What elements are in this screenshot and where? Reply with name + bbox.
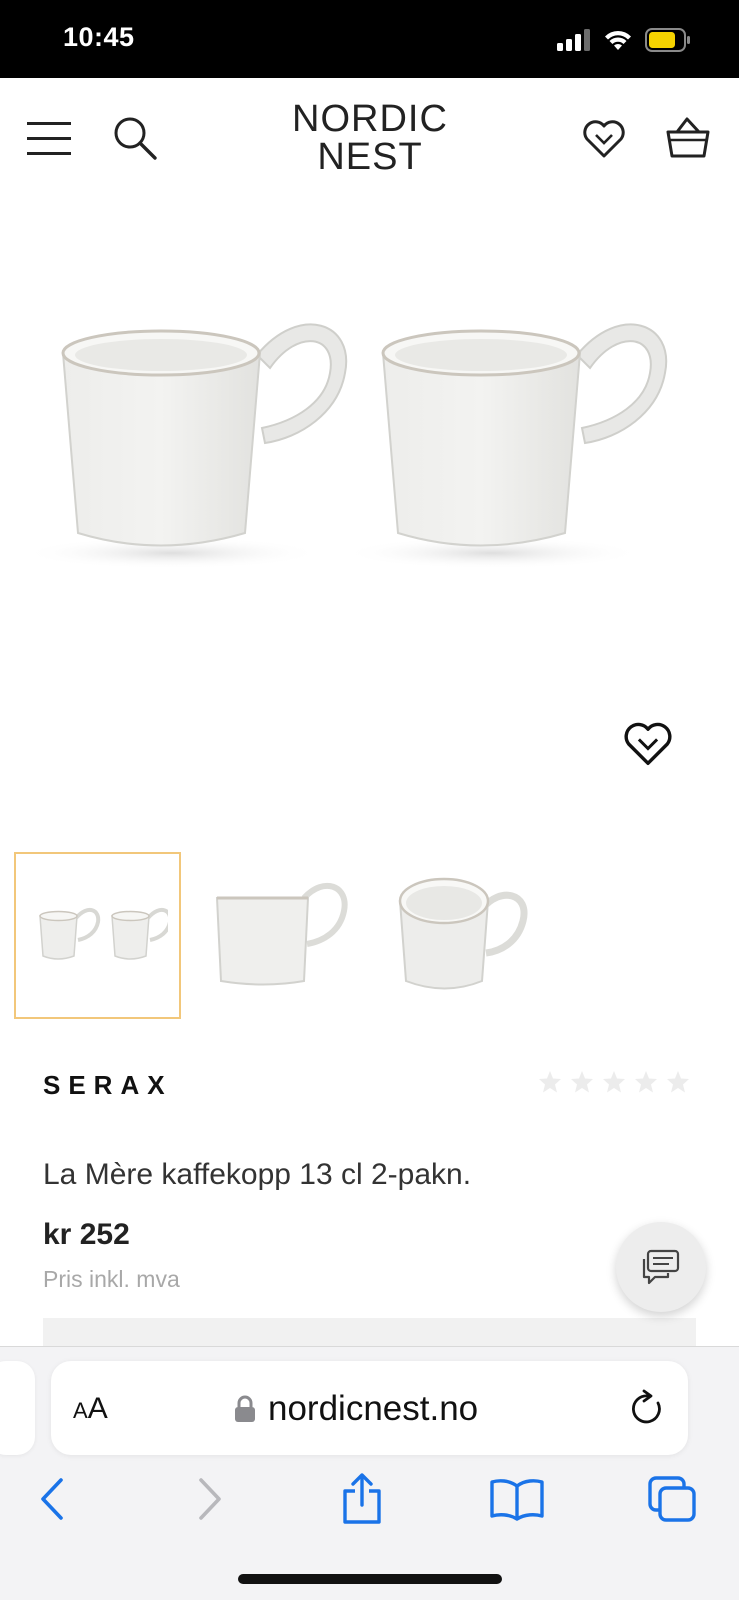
browser-toolbar [0, 1469, 739, 1549]
site-logo[interactable]: NORDIC NEST [260, 100, 480, 176]
content-divider [43, 1318, 696, 1346]
signal-icon [557, 29, 590, 51]
forward-icon [199, 1478, 221, 1520]
thumbnail-strip [14, 852, 543, 1019]
thumbnail-image [215, 882, 348, 985]
star-icon [635, 1071, 657, 1093]
star-icon [667, 1071, 689, 1093]
thumbnail-mug-side[interactable] [195, 852, 362, 1019]
basket-button[interactable] [664, 114, 712, 162]
thumbnail-image [38, 907, 168, 960]
share-button[interactable] [332, 1469, 392, 1529]
lock-icon [235, 1395, 255, 1422]
product-hero-image[interactable] [0, 203, 739, 803]
back-icon [41, 1478, 63, 1520]
thumbnail-image [398, 877, 528, 989]
battery-icon [645, 28, 690, 52]
chat-icon [642, 1249, 680, 1285]
text-size-button[interactable]: AA [73, 1392, 108, 1426]
product-brand[interactable]: SERAX [43, 1070, 173, 1101]
home-indicator[interactable] [238, 1574, 502, 1584]
thumbnail-two-mugs[interactable] [14, 852, 181, 1019]
product-price: kr 252 [43, 1218, 130, 1251]
logo-line1: NORDIC [292, 98, 448, 140]
search-button[interactable] [111, 114, 159, 162]
back-button[interactable] [22, 1469, 82, 1529]
previous-tab-preview[interactable] [0, 1361, 35, 1455]
wifi-icon [605, 30, 631, 50]
star-icon [539, 1071, 561, 1093]
status-bar: 10:45 [0, 0, 739, 78]
star-icon [571, 1071, 593, 1093]
share-icon [343, 1473, 381, 1524]
site-header: NORDIC NEST [0, 78, 739, 203]
thumbnail-mug-top[interactable] [376, 852, 543, 1019]
status-time: 10:45 [63, 22, 135, 52]
star-icon [603, 1071, 625, 1093]
url-text: nordicnest.no [268, 1389, 479, 1428]
browser-bottom-bar: AA nordicnest.no [0, 1346, 739, 1600]
heart-icon [624, 722, 672, 766]
url-display[interactable]: nordicnest.no [234, 1389, 478, 1429]
bookmarks-button[interactable] [487, 1469, 547, 1529]
forward-button[interactable] [180, 1469, 240, 1529]
address-bar[interactable]: AA nordicnest.no [51, 1361, 688, 1455]
reload-icon [632, 1389, 661, 1424]
mugs-image [22, 323, 668, 569]
vat-note: Pris inkl. mva [43, 1266, 180, 1292]
hero-favorite-button[interactable] [623, 721, 677, 771]
basket-icon [666, 117, 710, 158]
book-icon [490, 1479, 544, 1521]
logo-line2: NEST [317, 136, 423, 178]
chat-button[interactable] [616, 1222, 706, 1312]
heart-icon [583, 120, 625, 158]
menu-icon [27, 122, 71, 155]
menu-button[interactable] [26, 116, 72, 162]
product-title: La Mère kaffekopp 13 cl 2-pakn. [43, 1158, 472, 1191]
reload-button[interactable] [630, 1389, 666, 1432]
search-icon [114, 117, 157, 160]
tabs-button[interactable] [642, 1469, 702, 1529]
favorites-button[interactable] [581, 116, 627, 162]
rating-stars[interactable] [538, 1070, 690, 1094]
status-icons [557, 28, 691, 52]
tabs-icon [648, 1476, 696, 1522]
